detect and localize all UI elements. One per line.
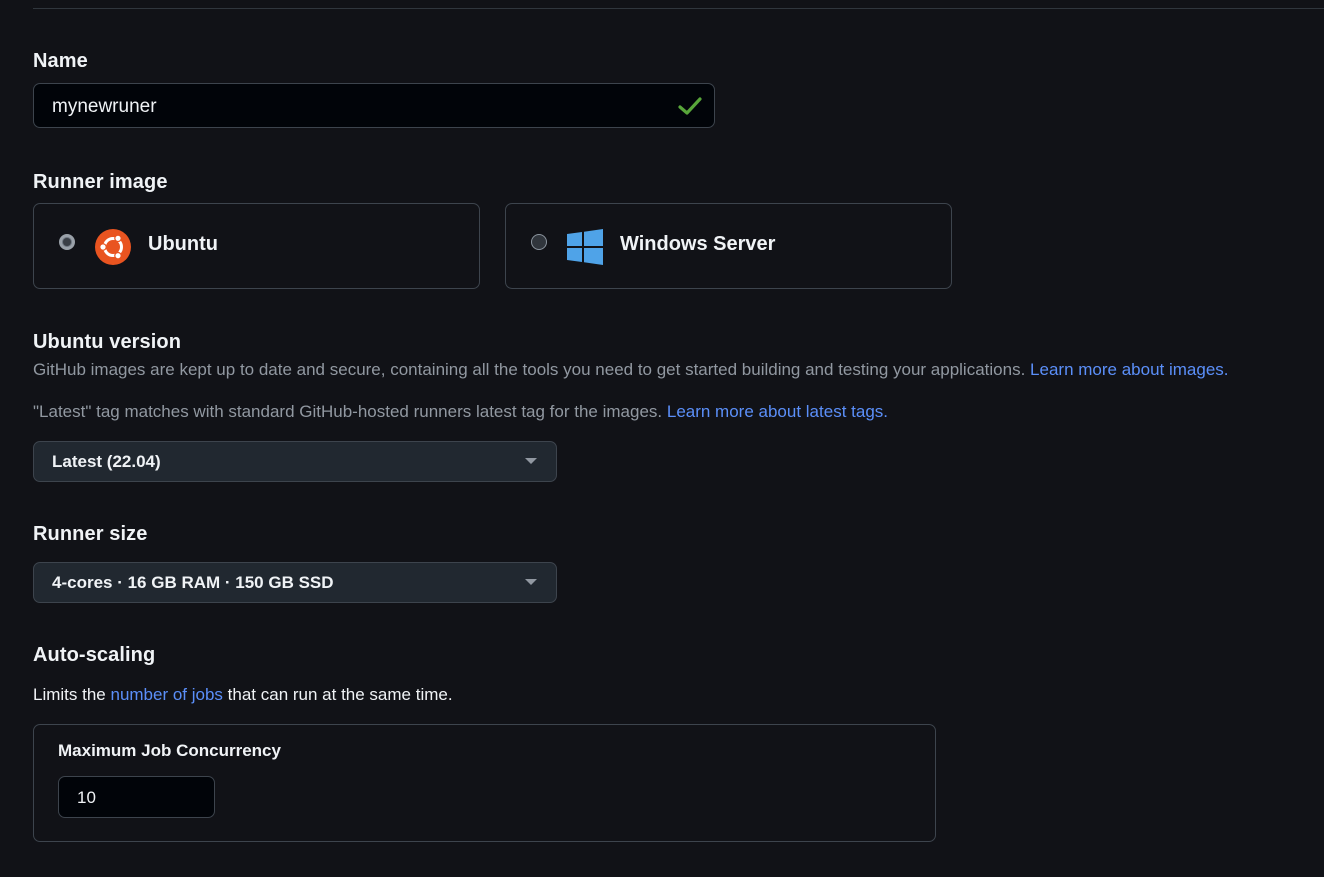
- number-of-jobs-link[interactable]: number of jobs: [110, 685, 222, 704]
- name-label: Name: [33, 50, 88, 72]
- runner-image-option-ubuntu[interactable]: Ubuntu: [33, 203, 480, 289]
- windows-option-label: Windows Server: [620, 233, 776, 255]
- runner-image-label: Runner image: [33, 171, 168, 193]
- ubuntu-version-select[interactable]: Latest (22.04): [33, 441, 557, 482]
- max-concurrency-value[interactable]: 10: [77, 788, 96, 808]
- ubuntu-radio[interactable]: [59, 234, 75, 250]
- top-divider: [33, 8, 1324, 9]
- auto-scaling-description: Limits the number of jobs that can run a…: [33, 685, 453, 705]
- ubuntu-icon: [95, 229, 131, 265]
- name-input[interactable]: mynewruner: [33, 83, 715, 128]
- windows-radio[interactable]: [531, 234, 547, 250]
- max-concurrency-label: Maximum Job Concurrency: [58, 741, 281, 760]
- learn-more-latest-tags-link[interactable]: Learn more about latest tags.: [667, 402, 888, 421]
- runner-size-selected: 4-cores · 16 GB RAM · 150 GB SSD: [52, 573, 334, 592]
- latest-tag-help-text: "Latest" tag matches with standard GitHu…: [33, 402, 888, 422]
- images-help-text: GitHub images are kept up to date and se…: [33, 360, 1229, 380]
- runner-settings-page: Name mynewruner Runner image Ubuntu Wind…: [0, 0, 1324, 877]
- images-help-body: GitHub images are kept up to date and se…: [33, 360, 1026, 379]
- ubuntu-version-label: Ubuntu version: [33, 331, 182, 353]
- check-icon: [678, 97, 702, 115]
- runner-size-label: Runner size: [33, 523, 148, 545]
- runner-size-select[interactable]: 4-cores · 16 GB RAM · 150 GB SSD: [33, 562, 557, 603]
- runner-image-option-windows[interactable]: Windows Server: [505, 203, 952, 289]
- auto-scaling-desc-prefix: Limits the: [33, 685, 106, 704]
- max-concurrency-box: Maximum Job Concurrency 10: [33, 724, 936, 842]
- max-concurrency-input[interactable]: 10: [58, 776, 215, 818]
- windows-icon: [567, 229, 603, 265]
- chevron-down-icon: [525, 579, 537, 585]
- learn-more-images-link[interactable]: Learn more about images.: [1030, 360, 1228, 379]
- auto-scaling-label: Auto-scaling: [33, 644, 156, 666]
- latest-tag-help-body: "Latest" tag matches with standard GitHu…: [33, 402, 663, 421]
- auto-scaling-desc-suffix: that can run at the same time.: [227, 685, 453, 704]
- name-input-value[interactable]: mynewruner: [52, 96, 157, 118]
- ubuntu-option-label: Ubuntu: [148, 233, 218, 255]
- chevron-down-icon: [525, 458, 537, 464]
- ubuntu-version-selected: Latest (22.04): [52, 452, 161, 471]
